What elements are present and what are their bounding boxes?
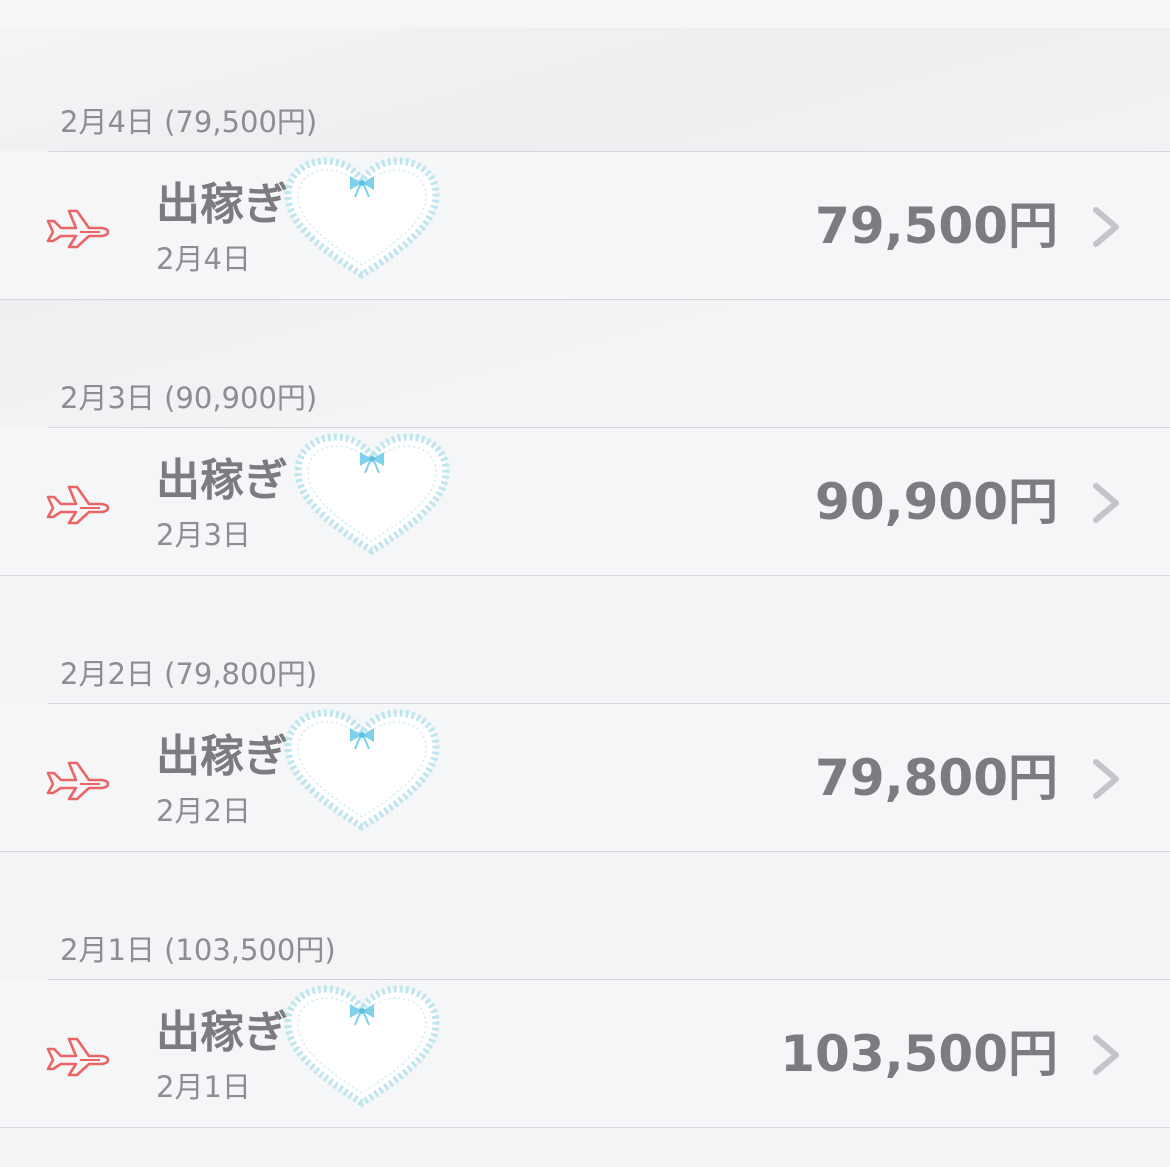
chevron-right-icon: [1093, 759, 1119, 799]
airplane-icon: [46, 209, 110, 249]
airplane-icon: [46, 761, 110, 801]
chevron-right-icon: [1093, 1035, 1119, 1075]
airplane-icon: [46, 485, 110, 525]
income-row[interactable]: 出稼ぎ 2月1日 103,500円: [0, 979, 1170, 1128]
chevron-right-icon: [1093, 483, 1119, 523]
separator: [48, 427, 1170, 428]
section-header: 2月1日 (103,500円): [60, 933, 336, 967]
airplane-icon: [46, 1037, 110, 1077]
separator: [48, 151, 1170, 152]
section-header: 2月4日 (79,500円): [60, 105, 318, 139]
heart-lace-sticker: [284, 985, 440, 1107]
section-header: 2月3日 (90,900円): [60, 381, 318, 415]
row-date: 2月2日: [156, 794, 251, 828]
separator: [48, 703, 1170, 704]
income-row[interactable]: 出稼ぎ 2月3日 90,900円: [0, 427, 1170, 576]
separator: [48, 979, 1170, 980]
top-bar: [0, 0, 1170, 28]
row-amount: 90,900円: [815, 473, 1058, 531]
row-title: 出稼ぎ: [156, 1007, 288, 1058]
row-title: 出稼ぎ: [156, 179, 288, 230]
row-title: 出稼ぎ: [156, 455, 288, 506]
row-date: 2月3日: [156, 518, 251, 552]
row-date: 2月1日: [156, 1070, 251, 1104]
income-row[interactable]: 出稼ぎ 2月2日 79,800円: [0, 703, 1170, 852]
row-amount: 103,500円: [780, 1025, 1058, 1083]
income-row[interactable]: 出稼ぎ 2月4日 79,500円: [0, 151, 1170, 300]
heart-lace-sticker: [284, 709, 440, 831]
row-date: 2月4日: [156, 242, 251, 276]
row-amount: 79,800円: [815, 749, 1058, 807]
row-amount: 79,500円: [815, 197, 1058, 255]
chevron-right-icon: [1093, 207, 1119, 247]
heart-lace-sticker: [294, 433, 450, 555]
section-header: 2月2日 (79,800円): [60, 657, 318, 691]
row-title: 出稼ぎ: [156, 731, 288, 782]
heart-lace-sticker: [284, 157, 440, 279]
